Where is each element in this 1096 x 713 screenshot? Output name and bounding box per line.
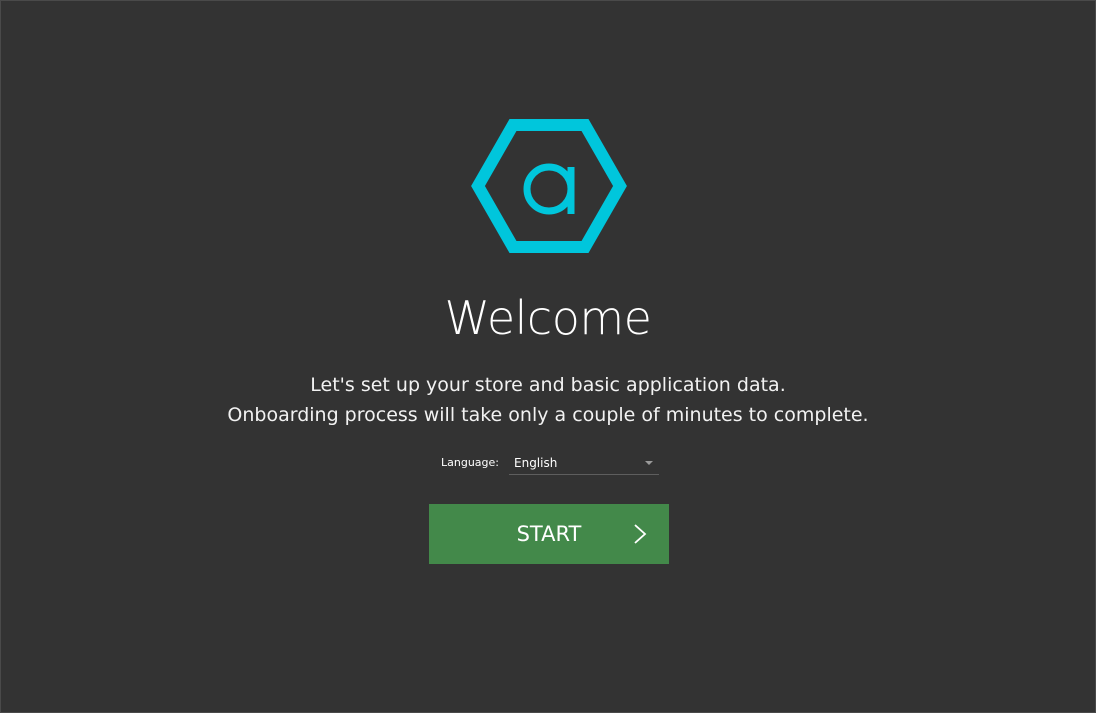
language-selected-value: English	[514, 455, 558, 470]
intro-text-line-1: Let's set up your store and basic applic…	[310, 374, 786, 396]
language-label: Language:	[441, 456, 499, 469]
page-title: Welcome	[444, 291, 652, 345]
hexagon-a-logo-icon	[471, 119, 627, 253]
language-row: Language: English	[441, 451, 659, 475]
onboarding-window: Welcome Let's set up your store and basi…	[0, 0, 1096, 713]
chevron-right-icon	[634, 524, 647, 544]
language-dropdown[interactable]: English	[509, 452, 659, 475]
caret-down-icon	[645, 460, 653, 465]
start-button[interactable]: START	[429, 504, 669, 564]
intro-text-line-2: Onboarding process will take only a coup…	[227, 404, 869, 426]
